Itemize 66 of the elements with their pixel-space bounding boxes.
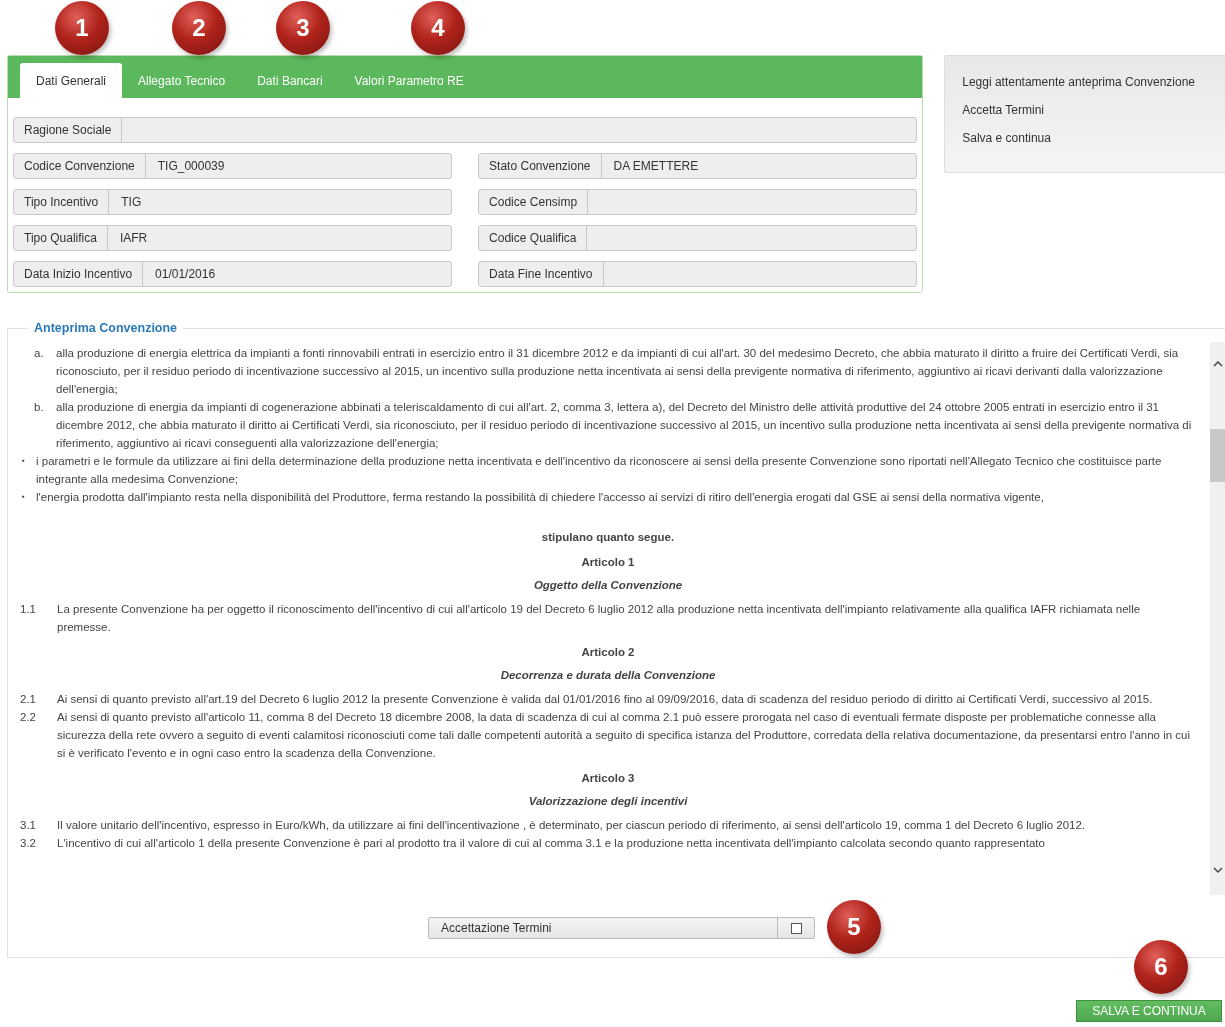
field-value: IAFR: [118, 230, 149, 247]
form-field[interactable]: Codice Qualifica: [478, 225, 918, 251]
field-label: Data Fine Incentivo: [479, 262, 604, 286]
form-field[interactable]: Codice Convenzione TIG_000039: [13, 153, 453, 179]
form-field[interactable]: Tipo Qualifica IAFR: [13, 225, 453, 251]
subheading: Decorrenza e durata della Convenzione: [499, 668, 717, 683]
form-field[interactable]: Data Inizio Incentivo 01/01/2016: [13, 261, 453, 287]
list-marker: 2.2: [20, 710, 37, 725]
callout-badge: 1: [55, 1, 109, 55]
heading: Articolo 2: [580, 645, 636, 660]
field-value: DA EMETTERE: [612, 158, 700, 175]
callout-badge: 3: [276, 1, 330, 55]
list-marker: 3.2: [20, 836, 37, 851]
callout-badge: 2: [172, 1, 226, 55]
scroll-up-icon[interactable]: [1213, 360, 1223, 367]
form-field[interactable]: Tipo Incentivo TIG: [13, 189, 453, 215]
accept-terms-field[interactable]: Accettazione Termini: [428, 917, 815, 939]
paragraph: l'energia prodotta dall'impianto resta nella disponibilità del Produttore, ferma restando la possibilità di chiedere l'accesso ai servizi di ritiro dell'energia erogati dal GSE ai sensi della normativa vigente,: [36, 490, 1044, 505]
heading: Articolo 3: [580, 771, 636, 786]
step-text: Accetta Termini: [962, 103, 1046, 119]
form-field[interactable]: Ragione Sociale: [13, 117, 918, 143]
callout-badge: 4: [411, 1, 465, 55]
paragraph: alla produzione di energia da impianti di cogenerazione abbinati a teleriscaldamento di cui all'art. 2, comma 3, lettera a), del Decreto del Ministro delle attività produttive del 24 ottobre 2005 entrati in esercizio entro il 31 dicembre 2012, che abbia maturato il diritto ai Certificati Verdi, sia riconosciuto, per il residuo periodo di incentivazione successivo al 2015, un incentivo sulla produzione netta incentivata ai sensi della previgente normativa di riferimento, aggiuntivo ai ricavi conseguenti alla valorizzazione dell'energia;: [56, 400, 1193, 451]
paragraph: Ai sensi di quanto previsto all'art.19 del Decreto 6 luglio 2012 la presente Convenzione è valida dal 01/01/2016 fino al 09/09/2016, data di scadenza del residuo periodo di diritto ai Certificati Verdi, successivo al 2015.: [57, 692, 1153, 707]
paragraph: alla produzione di energia elettrica da impianti a fonti rinnovabili entrati in esercizio entro il 31 dicembre 2012 e da impianti di cui all'art. 30 del medesimo Decreto, che abbia maturato il diritto a fruire dei Certificati Verdi, sia riconosciuto, per il residuo periodo di incentivazione successivo al 2015, un incentivo sulla produzione netta incentivata ai sensi della previgente normativa di riferimento, aggiuntivo ai ricavi derivanti dalla valorizzazione dell'energia;: [56, 346, 1180, 397]
step-text: Salva e continua: [962, 131, 1052, 147]
tab[interactable]: Dati Generali: [20, 63, 123, 98]
field-label: Tipo Qualifica: [14, 226, 108, 250]
scroll-down-icon[interactable]: [1213, 867, 1223, 874]
list-marker: 3.1: [20, 818, 37, 833]
list-marker: 2.1: [20, 692, 37, 707]
field-label: Codice Censimp: [479, 190, 589, 214]
paragraph: i parametri e le formule da utilizzare ai fini della determinazione della produzione netta incentivata e dell'incentivo da riconoscere ai sensi della presente Convenzione sono riportati nell'Allegato Tecnico che costituisce parte integrante alla medesima Convenzione;: [36, 454, 1163, 487]
form-field[interactable]: Data Fine Incentivo: [478, 261, 918, 287]
field-label: Codice Convenzione: [14, 154, 146, 178]
bullet-marker: ▪: [21, 491, 26, 503]
scrollbar[interactable]: [1210, 342, 1225, 895]
heading: Articolo 1: [580, 555, 636, 570]
field-value: 01/01/2016: [154, 266, 217, 283]
checkbox[interactable]: [790, 922, 802, 934]
field-label: Stato Convenzione: [479, 154, 602, 178]
field-value: TIG_000039: [156, 158, 226, 175]
field-value: TIG: [120, 194, 143, 211]
list-marker: a.: [33, 346, 45, 361]
subheading: Valorizzazione degli incentivi: [527, 794, 689, 809]
subheading: Oggetto della Convenzione: [532, 578, 684, 593]
callout-badge: 6: [1134, 940, 1188, 994]
callout-badge: 5: [827, 900, 881, 954]
list-marker: 1.1: [20, 602, 37, 617]
form-field[interactable]: Codice Censimp: [478, 189, 918, 215]
paragraph: L'incentivo di cui all'articolo 1 della presente Convenzione è pari al prodotto tra il valore di cui al comma 3.1 e la produzione netta incentivata dell'impianto calcolata secondo quanto rappresentato: [57, 836, 1045, 851]
scrollbar-thumb[interactable]: [1210, 429, 1225, 482]
paragraph: Il valore unitario dell'incentivo, espresso in Euro/kWh, da utilizzare ai fini dell'incentivazione , è determinato, per ciascun periodo di riferimento, ai sensi dell'articolo 19, comma 1 del Decreto 6 luglio 2012.: [57, 818, 1086, 833]
paragraph: Ai sensi di quanto previsto all'articolo 11, comma 8 del Decreto 18 dicembre 2008, la data di scadenza di cui al comma 2.1 può essere prorogata nel caso di eventuali fermate disposte per problematiche connesse alla sicurezza della rete ovvero a seguito di eventi calamitosi riconosciuti come tali dalle competenti autorità a seguito di specifica istanza del Produttore, corredata della relativa documentazione, da presentarsi entro l'anno in cui si è verificato l'evento e in ogni caso entro la scadenza della Convenzione.: [57, 710, 1191, 761]
field-label: Ragione Sociale: [14, 118, 123, 142]
field-label: Tipo Incentivo: [14, 190, 110, 214]
form-field[interactable]: Stato Convenzione DA EMETTERE: [478, 153, 918, 179]
section-title: Anteprima Convenzione: [28, 321, 184, 335]
field-label: Accettazione Termini: [440, 920, 553, 937]
field-label: Codice Qualifica: [479, 226, 588, 250]
field-label: Data Inizio Incentivo: [14, 262, 144, 286]
paragraph: La presente Convenzione ha per oggetto il riconoscimento dell'incentivo di cui all'articolo 19 del Decreto 6 luglio 2012 alla produzione netta incentivata dell'impianto relativamente alla qualifica IAFR richiamata nelle premesse.: [57, 602, 1142, 635]
heading: stipulano quanto segue.: [540, 530, 676, 545]
step-text: Leggi attentamente anteprima Convenzione: [962, 75, 1197, 91]
list-marker: b.: [33, 400, 45, 415]
bullet-marker: ▪: [21, 455, 26, 467]
